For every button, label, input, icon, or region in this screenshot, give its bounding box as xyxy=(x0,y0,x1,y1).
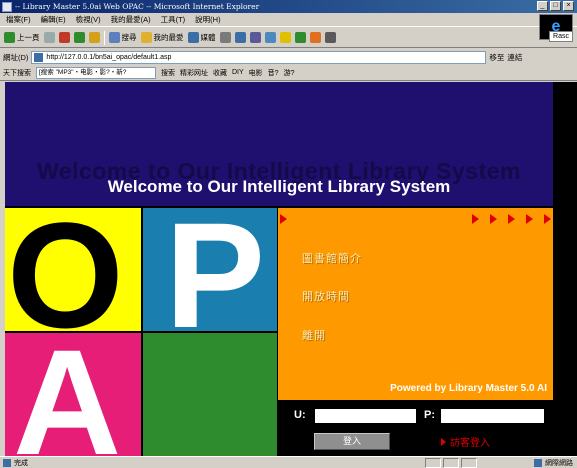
home-icon[interactable] xyxy=(88,32,100,43)
menu-favorites[interactable]: 我的最愛(A) xyxy=(111,14,151,25)
plugin-icon[interactable] xyxy=(309,32,321,43)
guest-login-label: 訪客登入 xyxy=(450,438,490,449)
library-intro-link[interactable]: 圖書館簡介 xyxy=(302,250,362,266)
menu-tools[interactable]: 工具(T) xyxy=(161,14,186,25)
banner-title: Welcome to Our Intelligent Library Syste… xyxy=(107,177,451,196)
password-label: P: xyxy=(424,409,435,421)
forward-arrow-icon xyxy=(43,32,55,43)
tile-letter-p: P xyxy=(165,208,266,331)
powered-by-text: Powered by Library Master 5.0 AI xyxy=(390,383,547,394)
tile-letter-o: O xyxy=(7,208,124,331)
page-right-margin xyxy=(553,82,577,456)
tile-green xyxy=(143,333,277,456)
research-icon[interactable] xyxy=(324,32,336,43)
toolbar-link-music[interactable]: 音? xyxy=(268,68,279,78)
status-panels xyxy=(425,458,477,468)
arrow-right-icon xyxy=(280,214,287,224)
address-label: 網址(D) xyxy=(3,52,29,62)
history-icon[interactable] xyxy=(219,32,231,43)
internet-zone-icon xyxy=(534,459,542,467)
discuss-icon[interactable] xyxy=(294,32,306,43)
links-button[interactable]: 連結 xyxy=(507,52,522,63)
toolbar-link-games[interactable]: 游? xyxy=(284,68,295,78)
arrow-row xyxy=(472,214,551,224)
login-form: U: P: 登入 訪客登入 xyxy=(278,400,553,456)
toolbar-link-diy[interactable]: DIY xyxy=(232,69,244,76)
menu-edit[interactable]: 編輯(E) xyxy=(41,14,66,25)
minimize-button[interactable]: _ xyxy=(537,1,548,11)
arrow-right-icon xyxy=(441,437,446,446)
toolbar-link-sites[interactable]: 精彩网址 xyxy=(180,68,208,78)
username-input[interactable] xyxy=(315,409,416,423)
menu-help[interactable]: 說明(H) xyxy=(195,14,220,25)
favorites-star-icon xyxy=(140,32,152,43)
title-bar: -- Library Master 5.0ai Web OPAC -- Micr… xyxy=(0,0,577,13)
arrow-right-icon xyxy=(490,214,497,224)
search-icon xyxy=(108,32,120,43)
address-url: http://127.0.0.1/bn5ai_opac/default1.asp xyxy=(46,53,172,61)
toolbar-link-movies[interactable]: 电影 xyxy=(249,68,263,78)
forward-button[interactable] xyxy=(43,32,55,43)
opening-hours-link[interactable]: 開放時間 xyxy=(302,288,350,304)
menu-view[interactable]: 檢視(V) xyxy=(76,14,101,25)
toolbar-link-favorites[interactable]: 收藏 xyxy=(213,68,227,78)
arrow-right-icon xyxy=(526,214,533,224)
status-text: 完成 xyxy=(14,459,28,467)
search-toolbar: 天下搜索 [搜索 "MP3"・电影・影?・新? 搜索 精彩网址 收藏 DIY 电… xyxy=(0,65,577,81)
welcome-banner: Welcome to Our Intelligent Library Syste… xyxy=(5,82,553,206)
messenger-icon[interactable] xyxy=(279,32,291,43)
tile-a: A xyxy=(5,333,141,456)
toolbar-divider xyxy=(103,30,105,45)
search-button[interactable]: 搜尋 xyxy=(108,32,137,43)
page-icon xyxy=(34,52,44,62)
address-input[interactable]: http://127.0.0.1/bn5ai_opac/default1.asp xyxy=(31,50,487,64)
page-status-icon xyxy=(3,458,11,467)
close-button[interactable]: × xyxy=(563,1,574,11)
media-button[interactable]: 媒體 xyxy=(187,32,216,43)
print-icon[interactable] xyxy=(249,32,261,43)
refresh-icon[interactable] xyxy=(73,32,85,43)
arrow-right-icon xyxy=(472,214,479,224)
address-bar: 網址(D) http://127.0.0.1/bn5ai_opac/defaul… xyxy=(0,49,577,65)
toolbar-search-input[interactable]: [搜索 "MP3"・电影・影?・新? xyxy=(36,66,156,79)
mail-icon[interactable] xyxy=(234,32,246,43)
stop-icon[interactable] xyxy=(58,32,70,43)
arrow-right-icon xyxy=(544,214,551,224)
tile-p: P xyxy=(143,208,277,331)
menu-bar: 檔案(F) 編輯(E) 檢視(V) 我的最愛(A) 工具(T) 說明(H) xyxy=(0,13,577,27)
tile-letter-a: A xyxy=(13,333,122,456)
login-button[interactable]: 登入 xyxy=(314,433,390,450)
window-controls: _ □ × xyxy=(537,1,574,11)
toolbar-search-button[interactable]: 搜索 xyxy=(161,68,175,78)
menu-panel: 圖書館簡介 開放時間 離開 Powered by Library Master … xyxy=(278,208,553,400)
guest-login-link[interactable]: 訪客登入 xyxy=(441,434,490,449)
menu-file[interactable]: 檔案(F) xyxy=(6,14,31,25)
search-toolbar-label: 天下搜索 xyxy=(3,69,31,77)
status-bar: 完成 網際網路 xyxy=(0,456,577,468)
security-zone: 網際網路 xyxy=(534,458,573,468)
page-content: Welcome to Our Intelligent Library Syste… xyxy=(5,82,553,456)
back-button[interactable]: 上一頁 xyxy=(4,32,40,43)
toolbar-extension-button[interactable]: Rasc xyxy=(549,31,573,42)
username-label: U: xyxy=(294,409,306,421)
exit-link[interactable]: 離開 xyxy=(302,327,326,343)
tile-o: O xyxy=(5,208,141,331)
status-panel xyxy=(425,458,441,468)
status-panel xyxy=(443,458,459,468)
window-title: -- Library Master 5.0ai Web OPAC -- Micr… xyxy=(15,2,260,11)
standard-toolbar: 上一頁 搜尋 我的最愛 媒體 Rasc xyxy=(0,28,577,48)
edit-icon[interactable] xyxy=(264,32,276,43)
security-zone-label: 網際網路 xyxy=(545,460,573,467)
maximize-button[interactable]: □ xyxy=(550,1,561,11)
password-input[interactable] xyxy=(441,409,544,423)
status-panel xyxy=(461,458,477,468)
favorites-button[interactable]: 我的最愛 xyxy=(140,32,184,43)
back-arrow-icon xyxy=(4,32,15,43)
media-icon xyxy=(187,32,199,43)
arrow-right-icon xyxy=(508,214,515,224)
go-button[interactable]: 移至 xyxy=(489,52,504,63)
ie-app-icon xyxy=(2,1,12,12)
